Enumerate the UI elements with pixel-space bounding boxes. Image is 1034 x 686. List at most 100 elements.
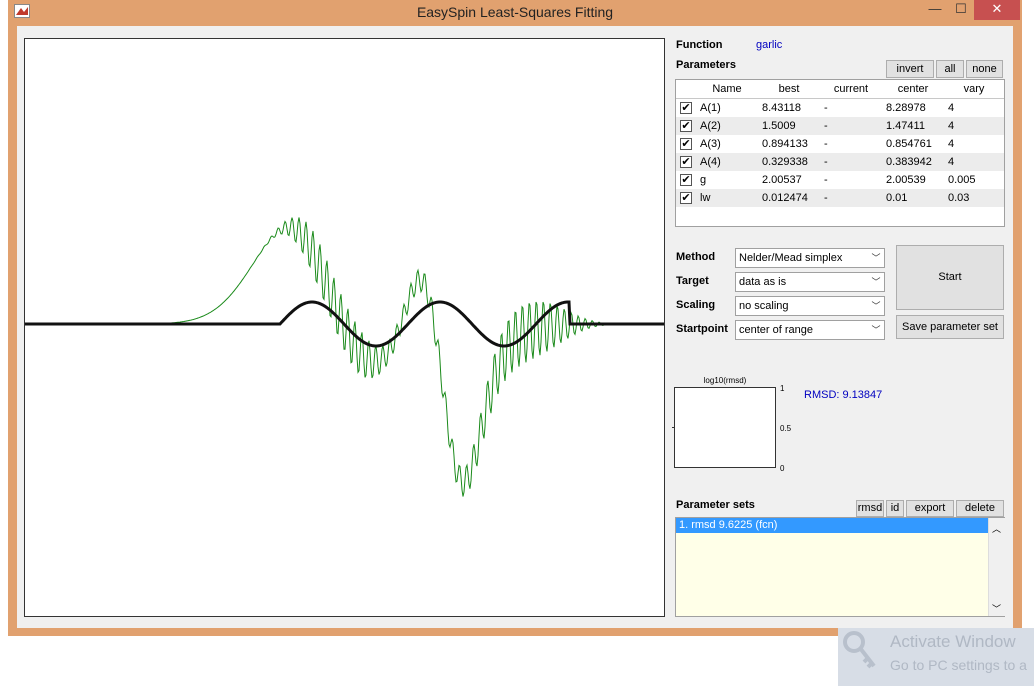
param-name: g [700,174,707,186]
chevron-down-icon: ﹀ [871,301,881,311]
param-vary[interactable]: 4 [944,153,1004,171]
vary-checkbox[interactable]: ✔ [680,138,692,150]
method-select[interactable]: Nelder/Mead simplex ﹀ [735,248,885,268]
function-label: Function [676,39,723,51]
minimize-button[interactable]: — [922,0,948,20]
rmsd-plot[interactable] [672,387,776,468]
method-label: Method [676,251,716,263]
column-header-current[interactable]: current [820,80,883,99]
vary-checkbox[interactable]: ✔ [680,102,692,114]
param-current: - [824,102,828,114]
param-vary[interactable]: 4 [944,117,1004,135]
scrollbar[interactable]: ︿ ﹀ [988,518,1005,616]
parameters-label: Parameters [676,59,736,71]
delete-button[interactable]: delete [956,500,1004,517]
param-best: 0.329338 [762,156,808,168]
target-label: Target [676,275,709,287]
table-row[interactable]: ✔ A(3) 0.894133 - 0.854761 4 [676,135,1004,153]
rmsd-tick-1: 1 [780,384,785,393]
scroll-up-icon[interactable]: ︿ [992,522,1001,535]
vary-checkbox[interactable]: ✔ [680,120,692,132]
param-name: lw [700,192,711,204]
export-button[interactable]: export [906,500,954,517]
vary-checkbox[interactable]: ✔ [680,174,692,186]
rmsd-readout: RMSD: 9.13847 [804,389,883,401]
activation-watermark: Activate Window Go to PC settings to a [838,628,1034,686]
desktop-strip-right [1022,0,1034,686]
scroll-down-icon[interactable]: ﹀ [992,602,1001,615]
scaling-value: no scaling [739,300,789,312]
param-current: - [824,174,828,186]
param-best: 0.012474 [762,192,808,204]
close-button[interactable]: ✕ [974,0,1020,20]
desktop-strip [0,0,8,686]
function-value: garlic [756,39,783,51]
rmsd-tick-05: 0.5 [780,424,792,433]
column-header-name[interactable]: Name [696,80,759,99]
parameters-table[interactable]: Name best current center vary ✔ A(1) 8.4… [675,79,1005,227]
param-center[interactable]: 0.854761 [882,135,944,153]
param-best: 1.5009 [762,120,796,132]
table-row[interactable]: ✔ A(2) 1.5009 - 1.47411 4 [676,117,1004,135]
save-parameter-set-button[interactable]: Save parameter set [896,315,1004,339]
param-center[interactable]: 2.00539 [882,171,944,189]
column-header-check [676,80,697,99]
method-value: Nelder/Mead simplex [739,252,843,264]
param-vary[interactable]: 4 [944,99,1004,117]
target-select[interactable]: data as is ﹀ [735,272,885,292]
param-center[interactable]: 1.47411 [882,117,944,135]
rmsd-sort-button[interactable]: rmsd [856,500,884,517]
param-name: A(2) [700,120,721,132]
scaling-select[interactable]: no scaling ﹀ [735,296,885,316]
vary-checkbox[interactable]: ✔ [680,192,692,204]
vary-checkbox[interactable]: ✔ [680,156,692,168]
all-button[interactable]: all [936,60,964,78]
param-best: 2.00537 [762,174,802,186]
target-value: data as is [739,276,787,288]
simulated-spectrum-line [25,217,664,497]
window-title: EasySpin Least-Squares Fitting [416,4,614,20]
startpoint-select[interactable]: center of range ﹀ [735,320,885,340]
column-header-center[interactable]: center [882,80,945,99]
spectrum-plot[interactable] [24,38,665,617]
param-current: - [824,138,828,150]
param-vary[interactable]: 4 [944,135,1004,153]
chevron-down-icon: ﹀ [871,325,881,335]
param-center[interactable]: 0.383942 [882,153,944,171]
param-center[interactable]: 8.28978 [882,99,944,117]
chevron-down-icon: ﹀ [871,253,881,263]
start-button[interactable]: Start [896,245,1004,310]
table-row[interactable]: ✔ g 2.00537 - 2.00539 0.005 [676,171,1004,189]
rmsd-plot-title: log10(rmsd) [703,376,747,385]
axis-tick [672,427,675,428]
parameter-sets-list[interactable]: 1. rmsd 9.6225 (fcn) ︿ ﹀ [675,517,1005,617]
title-bar: EasySpin Least-Squares Fitting — ☐ ✕ [8,0,1022,24]
none-button[interactable]: none [966,60,1003,78]
table-row[interactable]: ✔ A(4) 0.329338 - 0.383942 4 [676,153,1004,171]
watermark-line1: Activate Window [890,632,1016,651]
column-header-vary[interactable]: vary [944,80,1004,99]
watermark-line2: Go to PC settings to a [890,657,1027,673]
id-sort-button[interactable]: id [886,500,904,517]
param-best: 8.43118 [762,102,801,114]
maximize-button[interactable]: ☐ [948,0,974,20]
table-row[interactable]: ✔ A(1) 8.43118 - 8.28978 4 [676,99,1004,117]
scaling-label: Scaling [676,299,716,311]
param-vary[interactable]: 0.005 [944,171,1004,189]
startpoint-label: Startpoint [676,323,728,335]
rmsd-tick-0: 0 [780,464,785,473]
list-item[interactable]: 1. rmsd 9.6225 (fcn) [676,518,988,533]
column-header-best[interactable]: best [758,80,821,99]
startpoint-value: center of range [739,324,813,336]
invert-button[interactable]: invert [886,60,934,78]
param-name: A(1) [700,102,721,114]
key-icon [843,631,876,669]
param-best: 0.894133 [762,138,808,150]
param-center[interactable]: 0.01 [882,189,944,207]
param-current: - [824,192,828,204]
spectrum-svg [25,217,664,497]
experimental-spectrum-line [25,300,664,348]
param-vary[interactable]: 0.03 [944,189,1004,207]
table-row[interactable]: ✔ lw 0.012474 - 0.01 0.03 [676,189,1004,207]
parameter-sets-label: Parameter sets [676,499,755,511]
